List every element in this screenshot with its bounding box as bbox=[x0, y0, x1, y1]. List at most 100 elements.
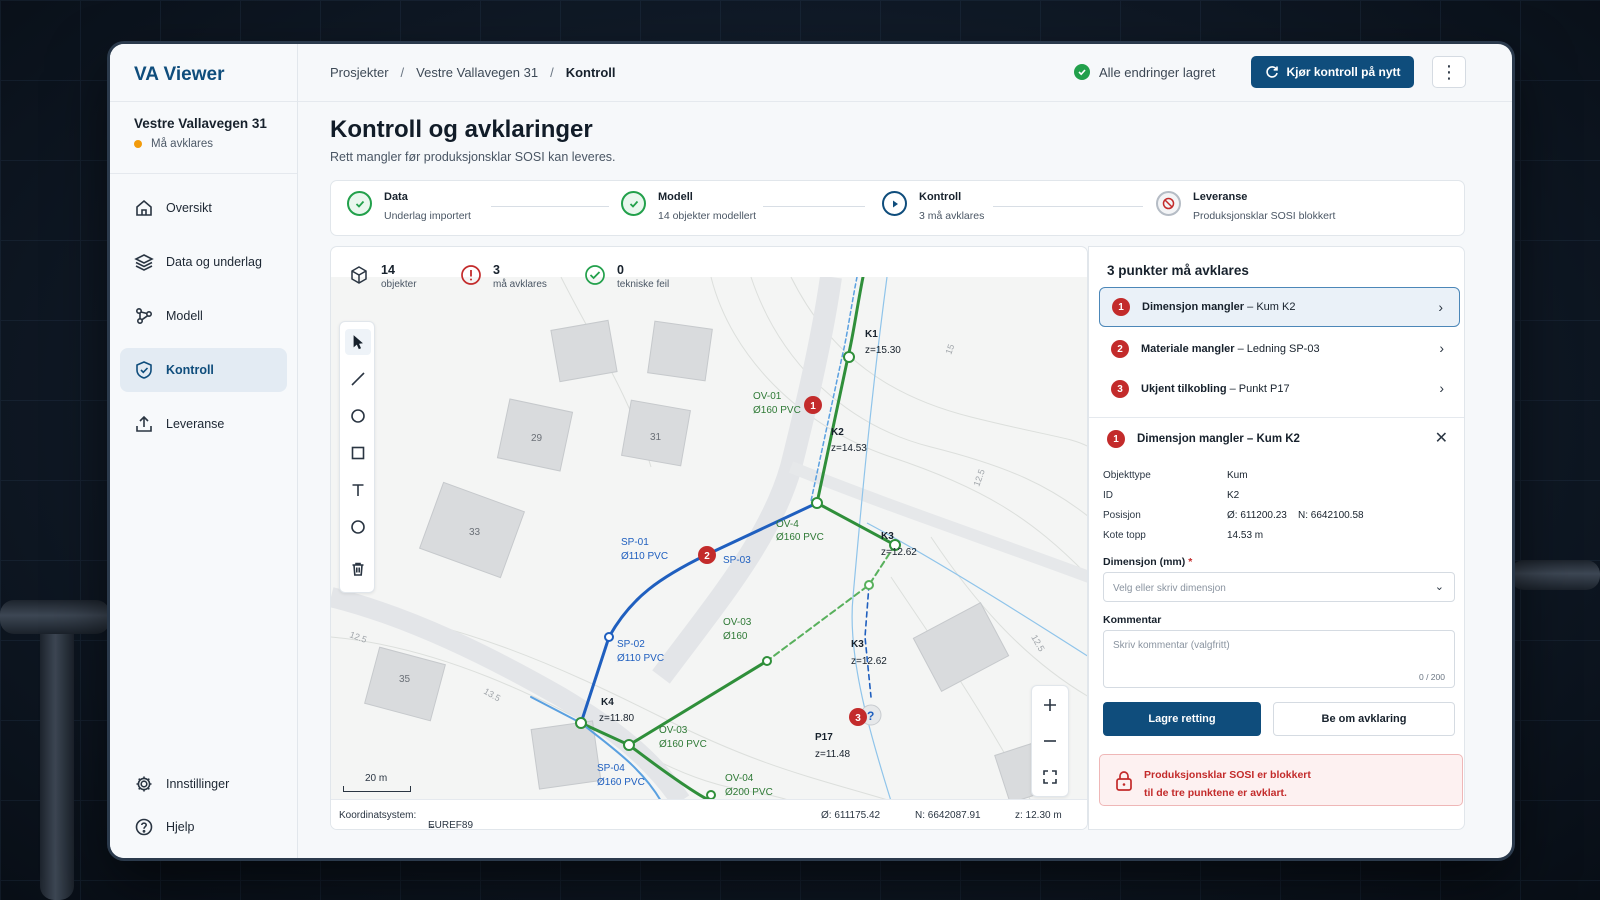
east-coordinate: Ø: 611175.42 bbox=[821, 810, 881, 821]
circle-tool[interactable] bbox=[345, 514, 371, 540]
scale-bar-line bbox=[343, 786, 411, 792]
sidebar-item-label: Leveranse bbox=[166, 417, 225, 431]
node-sp04 bbox=[623, 739, 635, 751]
stat-label: objekter bbox=[381, 279, 417, 290]
fit-extent-button[interactable] bbox=[1032, 760, 1068, 794]
save-status: Alle endringer lagret bbox=[1074, 64, 1215, 80]
sidebar-item-label: Kontroll bbox=[166, 363, 214, 377]
sidebar-item-modell[interactable]: Modell bbox=[120, 294, 287, 338]
play-circle-icon bbox=[882, 191, 907, 216]
minus-icon bbox=[1044, 740, 1056, 742]
node-label: K3 bbox=[881, 531, 894, 542]
step-leveranse[interactable]: Leveranse Produksjonsklar SOSI blokkert bbox=[1156, 191, 1335, 222]
main-content: Prosjekter / Vestre Vallavegen 31 / Kont… bbox=[298, 44, 1512, 858]
sidebar-item-help[interactable]: Hjelp bbox=[120, 805, 287, 848]
step-kontroll[interactable]: Kontroll 3 må avklares bbox=[882, 191, 984, 222]
issue-title: Dimensjon mangler bbox=[1142, 301, 1245, 313]
more-menu-button[interactable]: ⋮ bbox=[1432, 56, 1466, 88]
zoom-controls bbox=[1031, 685, 1069, 797]
comment-placeholder: Skriv kommentar (valgfritt) bbox=[1113, 640, 1230, 651]
issue-item-1[interactable]: 1 Dimensjon mangler – Kum K2 › bbox=[1099, 287, 1460, 327]
upload-icon bbox=[136, 415, 152, 432]
save-fix-button[interactable]: Lagre retting bbox=[1103, 702, 1261, 736]
network-map[interactable]: 29 31 33 35 15 12.5 12.5 12.5 13.5 ? 1 2… bbox=[331, 277, 1088, 801]
alert-text: Produksjonsklar SOSI er blokkert til de … bbox=[1144, 766, 1311, 802]
sidebar-footer: Innstillinger Hjelp bbox=[110, 762, 297, 848]
rerun-check-button[interactable]: Kjør kontroll på nytt bbox=[1251, 56, 1414, 88]
chevron-down-icon: ⌄ bbox=[1434, 581, 1444, 593]
pipe-label: OV-03 bbox=[659, 725, 688, 736]
zoom-out-button[interactable] bbox=[1032, 724, 1068, 758]
plus-icon bbox=[1044, 699, 1056, 711]
delete-tool[interactable] bbox=[345, 556, 371, 582]
step-data[interactable]: Data Underlag importert bbox=[347, 191, 471, 222]
issue-number: 1 bbox=[1112, 298, 1130, 316]
building-label: 31 bbox=[650, 432, 662, 443]
request-clarification-button[interactable]: Be om avklaring bbox=[1273, 702, 1455, 736]
issues-panel: 3 punkter må avklares 1 Dimensjon mangle… bbox=[1088, 246, 1465, 830]
issue-title: Ukjent tilkobling bbox=[1141, 383, 1227, 395]
sidebar-nav: Oversikt Data og underlag Modell Kontrol… bbox=[110, 174, 297, 446]
issue-marker-label: 2 bbox=[704, 551, 710, 562]
home-icon bbox=[136, 199, 152, 216]
trash-icon bbox=[352, 562, 364, 576]
square-icon bbox=[351, 446, 365, 460]
check-circle-icon bbox=[583, 263, 607, 287]
close-icon[interactable]: ✕ bbox=[1435, 428, 1448, 448]
line-tool[interactable] bbox=[345, 366, 371, 392]
detail-header: 1 Dimensjon mangler – Kum K2 bbox=[1107, 430, 1300, 448]
scale-bar: 20 m bbox=[343, 773, 411, 792]
project-info: Vestre Vallavegen 31 Må avklares bbox=[110, 102, 297, 174]
breadcrumb-current: Kontroll bbox=[565, 65, 616, 80]
zoom-in-button[interactable] bbox=[1032, 688, 1068, 722]
sidebar-item-leveranse[interactable]: Leveranse bbox=[120, 402, 287, 446]
text-tool[interactable] bbox=[345, 477, 371, 503]
step-subtitle: Underlag importert bbox=[384, 210, 471, 222]
sidebar-item-kontroll[interactable]: Kontroll bbox=[120, 348, 287, 392]
select-tool[interactable] bbox=[345, 329, 371, 355]
pipe-label: Ø160 PVC bbox=[659, 739, 707, 750]
breadcrumb-project[interactable]: Vestre Vallavegen 31 bbox=[416, 65, 538, 80]
detail-value: K2 bbox=[1227, 490, 1240, 501]
pipe-label: Ø110 PVC bbox=[621, 551, 668, 562]
pipe-label: OV-4 bbox=[776, 519, 799, 530]
circle-icon bbox=[351, 520, 365, 534]
app-logo[interactable]: VA Viewer bbox=[110, 44, 297, 102]
issue-number: 2 bbox=[1111, 340, 1129, 358]
sidebar-item-label: Oversikt bbox=[166, 201, 212, 215]
drawing-toolbar bbox=[339, 321, 375, 593]
check-circle-icon bbox=[347, 191, 372, 216]
point-tool[interactable] bbox=[345, 403, 371, 429]
check-circle-icon bbox=[1074, 64, 1090, 80]
issue-item-3[interactable]: 3 Ukjent tilkobling – Punkt P17 › bbox=[1099, 369, 1460, 409]
detail-title: Dimensjon mangler – Kum K2 bbox=[1137, 433, 1300, 445]
stat-value: 3 bbox=[493, 263, 500, 277]
project-status-label: Må avklares bbox=[151, 138, 213, 150]
sidebar-item-settings[interactable]: Innstillinger bbox=[120, 762, 287, 805]
breadcrumb-projects[interactable]: Prosjekter bbox=[330, 65, 389, 80]
north-coordinate: N: 6642087.91 bbox=[915, 810, 981, 821]
issues-title: 3 punkter må avklares bbox=[1107, 263, 1249, 278]
background-pipe bbox=[40, 600, 74, 900]
blocked-alert: Produksjonsklar SOSI er blokkert til de … bbox=[1099, 754, 1463, 806]
rectangle-tool[interactable] bbox=[345, 440, 371, 466]
step-connector bbox=[491, 206, 609, 207]
comment-field[interactable]: Skriv kommentar (valgfritt) 0 / 200 bbox=[1103, 630, 1455, 688]
building-label: 29 bbox=[531, 433, 543, 444]
stat-pending: 3 må avklares bbox=[459, 263, 547, 290]
detail-key: Kote topp bbox=[1103, 530, 1146, 541]
sidebar-item-data[interactable]: Data og underlag bbox=[120, 240, 287, 284]
pipe-label: OV-01 bbox=[753, 391, 782, 402]
pipe-label: Ø160 PVC bbox=[753, 405, 801, 416]
node-label: K4 bbox=[601, 697, 614, 708]
alert-line-1: Produksjonsklar SOSI er blokkert bbox=[1144, 769, 1311, 781]
stats-row: 14 objekter 3 må avklares 0 tekniske fei… bbox=[331, 247, 1087, 290]
issue-item-2[interactable]: 2 Materiale mangler – Ledning SP-03 › bbox=[1099, 329, 1460, 369]
step-modell[interactable]: Modell 14 objekter modellert bbox=[621, 191, 756, 222]
step-title: Modell bbox=[658, 191, 693, 203]
node-ov4 bbox=[811, 497, 823, 509]
settings-label: Innstillinger bbox=[166, 776, 230, 791]
sidebar: VA Viewer Vestre Vallavegen 31 Må avklar… bbox=[110, 44, 298, 858]
dimension-select[interactable]: Velg eller skriv dimensjon ⌄ bbox=[1103, 572, 1455, 602]
sidebar-item-oversikt[interactable]: Oversikt bbox=[120, 186, 287, 230]
